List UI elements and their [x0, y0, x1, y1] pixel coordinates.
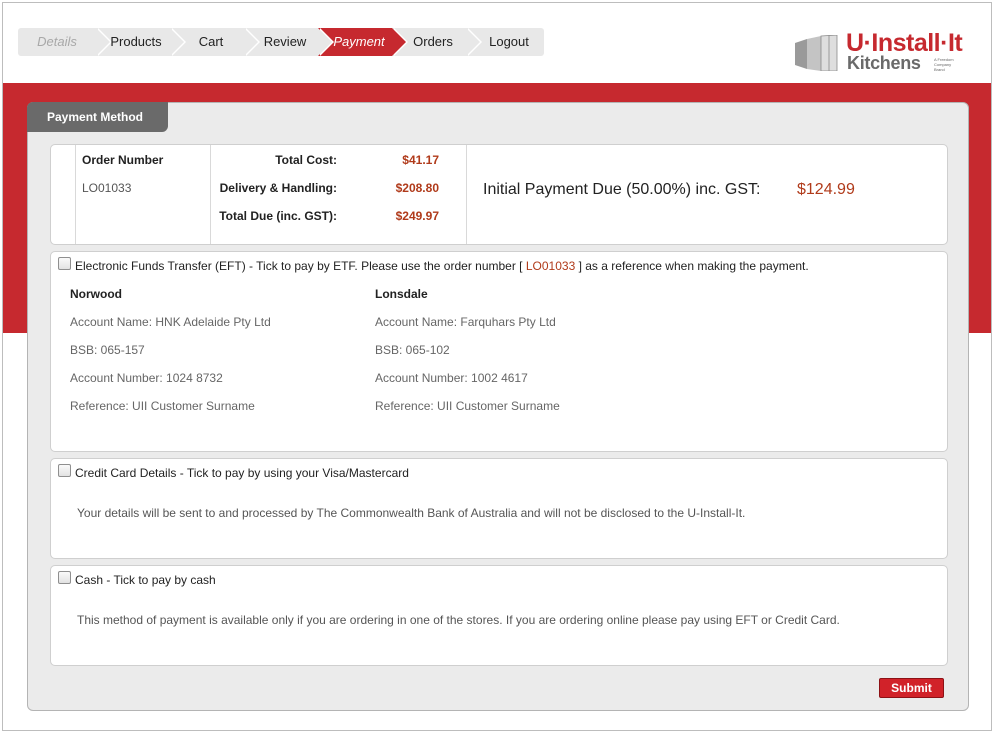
cabinet-logo-icon	[795, 35, 838, 71]
header: Details Products Cart Review Payment Ord…	[3, 3, 991, 83]
eft-title: Electronic Funds Transfer (EFT) - Tick t…	[75, 259, 809, 273]
brand-logo: U·Install·It Kitchens A Freedom Company …	[791, 29, 971, 75]
order-summary: Order Number LO01033 Total Cost: $41.17 …	[50, 144, 948, 245]
eft-title-text-end: ] as a reference when making the payment…	[578, 259, 809, 273]
branch-name: Lonsdale	[375, 287, 428, 301]
account-number: Account Number: 1024 8732	[70, 371, 223, 385]
bsb: BSB: 065-102	[375, 343, 450, 357]
eft-order-reference: LO01033	[525, 259, 576, 273]
delivery-label: Delivery & Handling:	[219, 181, 337, 195]
reference: Reference: UII Customer Surname	[375, 399, 560, 413]
panel-title-tab: Payment Method	[27, 102, 168, 132]
page-frame: Details Products Cart Review Payment Ord…	[2, 2, 992, 731]
logo-wordmark-bottom: Kitchens	[847, 53, 921, 73]
cash-note: This method of payment is available only…	[77, 613, 840, 627]
nav-step-details: Details	[18, 28, 112, 56]
cash-title: Cash - Tick to pay by cash	[75, 573, 216, 587]
total-due-row: Total Due (inc. GST): $249.97	[211, 209, 467, 225]
branch-norwood: Norwood Account Name: HNK Adelaide Pty L…	[70, 287, 271, 427]
credit-card-note: Your details will be sent to and process…	[77, 506, 746, 520]
cash-checkbox[interactable]	[58, 571, 71, 584]
total-due-label: Total Due (inc. GST):	[219, 209, 337, 223]
initial-payment-label: Initial Payment Due (50.00%) inc. GST:	[483, 181, 761, 198]
logo-tagline: A Freedom Company Brand	[934, 57, 954, 72]
reference: Reference: UII Customer Surname	[70, 399, 255, 413]
total-due-value: $249.97	[395, 209, 439, 223]
total-cost-row: Total Cost: $41.17	[211, 153, 467, 169]
order-number-cell: Order Number LO01033	[75, 145, 211, 244]
submit-button[interactable]: Submit	[879, 678, 944, 698]
branch-name: Norwood	[70, 287, 122, 301]
total-cost-value: $41.17	[402, 153, 439, 167]
delivery-row: Delivery & Handling: $208.80	[211, 181, 467, 197]
delivery-value: $208.80	[395, 181, 439, 195]
order-number-value: LO01033	[82, 181, 132, 195]
total-cost-label: Total Cost:	[275, 153, 337, 167]
payment-panel: Payment Method Order Number LO01033 Tota…	[27, 102, 969, 711]
eft-checkbox[interactable]	[58, 257, 71, 270]
account-name: Account Name: HNK Adelaide Pty Ltd	[70, 315, 271, 329]
eft-option: Electronic Funds Transfer (EFT) - Tick t…	[50, 251, 948, 452]
bsb: BSB: 065-157	[70, 343, 145, 357]
credit-card-option: Credit Card Details - Tick to pay by usi…	[50, 458, 948, 559]
cash-option: Cash - Tick to pay by cash This method o…	[50, 565, 948, 666]
branch-lonsdale: Lonsdale Account Name: Farquhars Pty Ltd…	[375, 287, 560, 427]
order-number-label: Order Number	[82, 153, 164, 167]
breadcrumb-nav: Details Products Cart Review Payment Ord…	[18, 28, 544, 56]
eft-title-text: Electronic Funds Transfer (EFT) - Tick t…	[75, 259, 523, 273]
credit-card-title: Credit Card Details - Tick to pay by usi…	[75, 466, 409, 480]
cost-breakdown: Total Cost: $41.17 Delivery & Handling: …	[211, 145, 467, 244]
initial-payment-value: $124.99	[797, 181, 855, 198]
account-number: Account Number: 1002 4617	[375, 371, 528, 385]
credit-card-checkbox[interactable]	[58, 464, 71, 477]
account-name: Account Name: Farquhars Pty Ltd	[375, 315, 556, 329]
